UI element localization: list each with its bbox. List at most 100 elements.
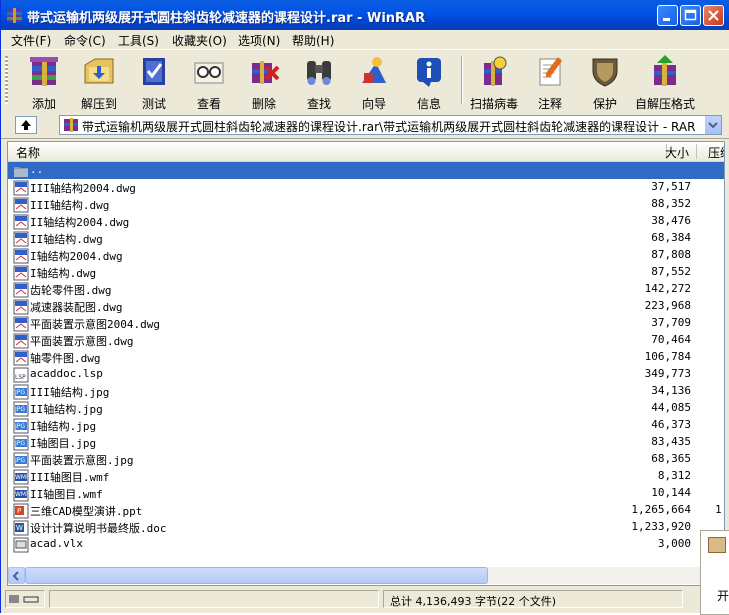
file-row[interactable]: JPG III轴结构.jpg 34,136 bbox=[8, 383, 724, 400]
dwg-file-icon bbox=[13, 282, 29, 298]
wmf-file-icon: WMF bbox=[13, 486, 29, 502]
address-bar: 带式运输机两级展开式圆柱斜齿轮减速器的课程设计.rar\带式运输机两级展开式圆柱… bbox=[1, 112, 729, 139]
chevron-left-icon bbox=[12, 571, 19, 581]
parent-folder-row[interactable]: .. bbox=[8, 162, 724, 179]
file-size: 44,085 bbox=[651, 401, 691, 414]
file-row[interactable]: II轴结构2004.dwg 38,476 bbox=[8, 213, 724, 230]
file-row[interactable]: I轴结构2004.dwg 87,808 bbox=[8, 247, 724, 264]
column-name[interactable]: 名称 bbox=[16, 144, 40, 161]
delete-button[interactable]: 删除 bbox=[233, 53, 295, 111]
dwg-file-icon bbox=[13, 265, 29, 281]
svg-text:P: P bbox=[17, 507, 21, 515]
file-name: 三维CAD模型演讲.ppt bbox=[30, 505, 143, 518]
add-button[interactable]: 添加 bbox=[13, 53, 75, 111]
virus-scan-icon bbox=[484, 56, 507, 86]
minimize-button[interactable] bbox=[657, 5, 678, 26]
menu-favorites[interactable]: 收藏夹(O) bbox=[172, 32, 227, 49]
file-row[interactable]: WMF III轴图目.wmf 8,312 bbox=[8, 468, 724, 485]
file-name: I轴结构2004.dwg bbox=[30, 250, 123, 263]
menu-file[interactable]: 文件(F) bbox=[11, 32, 51, 49]
status-drive-panel[interactable] bbox=[5, 590, 45, 608]
column-divider[interactable] bbox=[696, 144, 697, 159]
file-name: II轴结构.dwg bbox=[30, 233, 103, 246]
virus-scan-button[interactable]: 扫描病毒 bbox=[463, 53, 525, 111]
file-row[interactable]: LSP acaddoc.lsp 349,773 bbox=[8, 366, 724, 383]
comment-button[interactable]: 注释 bbox=[519, 53, 581, 111]
menu-tools[interactable]: 工具(S) bbox=[118, 32, 159, 49]
scroll-thumb[interactable] bbox=[25, 567, 488, 584]
menu-command[interactable]: 命令(C) bbox=[64, 32, 106, 49]
file-row[interactable]: 减速器装配图.dwg 223,968 bbox=[8, 298, 724, 315]
dwg-file-icon bbox=[13, 248, 29, 264]
jpg-file-icon: JPG bbox=[13, 452, 29, 468]
column-packed[interactable]: 压缩 bbox=[708, 144, 724, 161]
info-button[interactable]: 信息 bbox=[398, 53, 460, 111]
file-name: 轴零件图.dwg bbox=[30, 352, 101, 365]
file-name: I轴图目.jpg bbox=[30, 437, 97, 450]
maximize-button[interactable] bbox=[680, 5, 701, 26]
file-row[interactable]: III轴结构2004.dwg 37,517 bbox=[8, 179, 724, 196]
lsp-file-icon: LSP bbox=[13, 367, 29, 383]
horizontal-scrollbar[interactable] bbox=[8, 567, 724, 584]
status-total: 总计 4,136,493 字节(22 个文件) bbox=[383, 590, 683, 608]
file-name: II轴图目.wmf bbox=[30, 488, 103, 501]
file-name: II轴结构.jpg bbox=[30, 403, 103, 416]
notification-popup[interactable]: 开 bbox=[700, 530, 729, 615]
file-row[interactable]: JPG I轴图目.jpg 83,435 bbox=[8, 434, 724, 451]
add-label: 添加 bbox=[31, 97, 56, 111]
file-name: III轴图目.wmf bbox=[30, 471, 110, 484]
file-row[interactable]: I轴结构.dwg 87,552 bbox=[8, 264, 724, 281]
scroll-left-button[interactable] bbox=[8, 567, 25, 584]
file-size: 87,808 bbox=[651, 248, 691, 261]
svg-text:JPG: JPG bbox=[14, 440, 25, 447]
wizard-label: 向导 bbox=[361, 97, 386, 111]
file-row[interactable]: P 三维CAD模型演讲.ppt 1,265,664 1, bbox=[8, 502, 724, 519]
menu-help[interactable]: 帮助(H) bbox=[292, 32, 334, 49]
close-button[interactable] bbox=[703, 5, 724, 26]
file-row[interactable]: 平面装置示意图2004.dwg 37,709 bbox=[8, 315, 724, 332]
extract-button[interactable]: 解压到 bbox=[68, 53, 130, 111]
file-row[interactable]: JPG 平面装置示意图.jpg 68,365 bbox=[8, 451, 724, 468]
file-row[interactable]: acad.vlx 3,000 bbox=[8, 536, 724, 553]
file-row[interactable]: JPG I轴结构.jpg 46,373 bbox=[8, 417, 724, 434]
wizard-icon bbox=[362, 57, 386, 83]
file-row[interactable]: WMF II轴图目.wmf 10,144 bbox=[8, 485, 724, 502]
find-binoculars-icon bbox=[307, 61, 331, 85]
file-row[interactable]: 平面装置示意图.dwg 70,464 bbox=[8, 332, 724, 349]
column-header: 名称 大小 压缩 bbox=[8, 142, 724, 162]
menu-options[interactable]: 选项(N) bbox=[238, 32, 280, 49]
test-icon bbox=[143, 58, 165, 85]
dwg-file-icon bbox=[13, 197, 29, 213]
protect-button[interactable]: 保护 bbox=[574, 53, 636, 111]
file-name: I轴结构.jpg bbox=[30, 420, 97, 433]
sfx-button[interactable]: 自解压格式 bbox=[634, 53, 696, 111]
up-folder-button[interactable] bbox=[15, 116, 37, 134]
file-row[interactable]: II轴结构.dwg 68,384 bbox=[8, 230, 724, 247]
ppt-file-icon: P bbox=[13, 503, 29, 519]
file-row[interactable]: JPG II轴结构.jpg 44,085 bbox=[8, 400, 724, 417]
test-button[interactable]: 测试 bbox=[123, 53, 185, 111]
delete-icon bbox=[252, 61, 280, 84]
jpg-file-icon: JPG bbox=[13, 401, 29, 417]
find-button[interactable]: 查找 bbox=[288, 53, 350, 111]
title-bar[interactable]: 带式运输机两级展开式圆柱斜齿轮减速器的课程设计.rar - WinRAR bbox=[1, 0, 729, 30]
view-glasses-icon bbox=[194, 62, 224, 84]
protect-shield-icon bbox=[592, 58, 618, 87]
file-row[interactable]: III轴结构.dwg 88,352 bbox=[8, 196, 724, 213]
file-list: 名称 大小 压缩 .. III轴结构2004.dwg 37,517 III轴结构.dw… bbox=[7, 141, 725, 586]
file-row[interactable]: 轴零件图.dwg 106,784 bbox=[8, 349, 724, 366]
file-name: acaddoc.lsp bbox=[30, 367, 103, 380]
file-name: III轴结构.jpg bbox=[30, 386, 110, 399]
file-row[interactable]: W 设计计算说明书最终版.doc 1,233,920 bbox=[8, 519, 724, 536]
view-button[interactable]: 查看 bbox=[178, 53, 240, 111]
wizard-button[interactable]: 向导 bbox=[343, 53, 405, 111]
address-dropdown-button[interactable] bbox=[704, 116, 721, 134]
view-label: 查看 bbox=[196, 97, 221, 111]
address-combobox[interactable]: 带式运输机两级展开式圆柱斜齿轮减速器的课程设计.rar\带式运输机两级展开式圆柱… bbox=[59, 115, 722, 135]
file-row[interactable]: 齿轮零件图.dwg 142,272 bbox=[8, 281, 724, 298]
dwg-file-icon bbox=[13, 231, 29, 247]
file-name: 减速器装配图.dwg bbox=[30, 301, 123, 314]
parent-folder-icon bbox=[14, 167, 28, 177]
toolbar-grip[interactable] bbox=[5, 56, 8, 104]
column-size[interactable]: 大小 bbox=[665, 144, 689, 161]
